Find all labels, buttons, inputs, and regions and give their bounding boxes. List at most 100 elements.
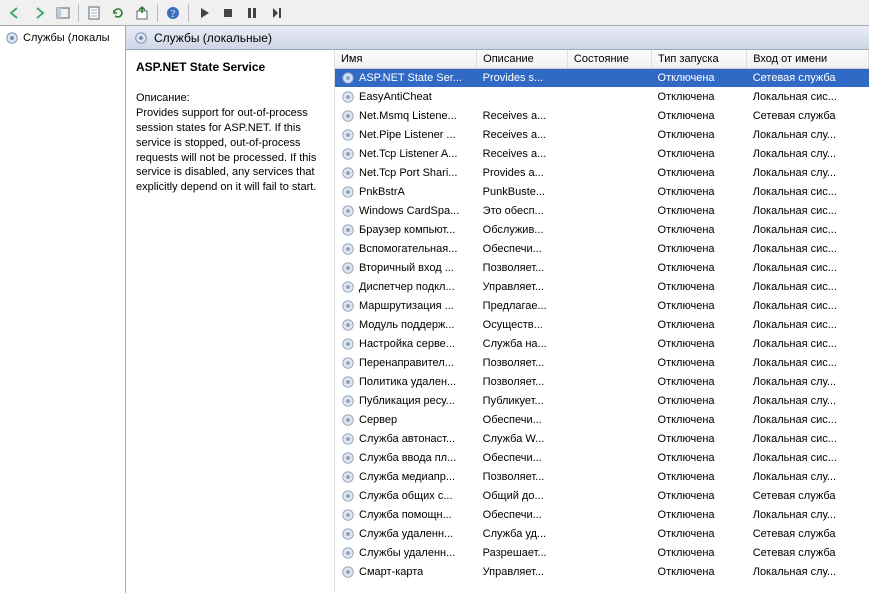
gear-icon (341, 109, 355, 123)
table-row[interactable]: Windows CardSpa...Это обесп...ОтключенаЛ… (335, 202, 869, 221)
table-row[interactable]: EasyAntiCheatОтключенаЛокальная сис... (335, 88, 869, 107)
col-logon[interactable]: Вход от имени (747, 50, 869, 69)
cell-start: Отключена (652, 525, 747, 544)
cell-name: EasyAntiCheat (359, 91, 432, 103)
cell-logon: Локальная сис... (747, 297, 869, 316)
arrow-left-icon (7, 5, 23, 21)
cell-start: Отключена (652, 544, 747, 563)
show-hide-button[interactable] (52, 2, 74, 24)
tree-node-services[interactable]: Службы (локалы (3, 29, 122, 47)
table-row[interactable]: Служба автонаст...Служба W...ОтключенаЛо… (335, 430, 869, 449)
toolbar-separator (157, 4, 158, 22)
gear-icon (341, 223, 355, 237)
table-row[interactable]: Вторичный вход ...Позволяет...ОтключенаЛ… (335, 259, 869, 278)
table-row[interactable]: Net.Pipe Listener ...Receives a...Отключ… (335, 126, 869, 145)
gear-icon (341, 508, 355, 522)
gear-icon (341, 470, 355, 484)
table-row[interactable]: Net.Tcp Listener A...Receives a...Отключ… (335, 145, 869, 164)
forward-button[interactable] (28, 2, 50, 24)
table-row[interactable]: Перенаправител...Позволяет...ОтключенаЛо… (335, 354, 869, 373)
play-icon (196, 5, 212, 21)
table-row[interactable]: ASP.NET State Ser...Provides s...Отключе… (335, 69, 869, 88)
cell-state (567, 487, 651, 506)
table-row[interactable]: Публикация ресу...Публикует...ОтключенаЛ… (335, 392, 869, 411)
col-desc[interactable]: Описание (477, 50, 568, 69)
gear-icon (341, 166, 355, 180)
cell-desc: Provides s... (477, 69, 568, 88)
table-row[interactable]: Служба помощн...Обеспечи...ОтключенаЛока… (335, 506, 869, 525)
cell-state (567, 449, 651, 468)
table-row[interactable]: Диспетчер подкл...Управляет...ОтключенаЛ… (335, 278, 869, 297)
gear-icon (341, 375, 355, 389)
table-row[interactable]: Вспомогательная...Обеспечи...ОтключенаЛо… (335, 240, 869, 259)
cell-desc: Позволяет... (477, 468, 568, 487)
cell-logon: Локальная сис... (747, 202, 869, 221)
pause-icon (244, 5, 260, 21)
col-start[interactable]: Тип запуска (652, 50, 747, 69)
help-button[interactable] (162, 2, 184, 24)
cell-logon: Локальная сис... (747, 430, 869, 449)
refresh-button[interactable] (107, 2, 129, 24)
cell-name: Служба автонаст... (359, 433, 455, 445)
cell-desc (477, 88, 568, 107)
restart-button[interactable] (265, 2, 287, 24)
cell-start: Отключена (652, 316, 747, 335)
cell-start: Отключена (652, 411, 747, 430)
table-row[interactable]: PnkBstrAPunkBuste...ОтключенаЛокальная с… (335, 183, 869, 202)
col-name[interactable]: Имя (335, 50, 477, 69)
table-row[interactable]: Настройка серве...Служба на...ОтключенаЛ… (335, 335, 869, 354)
gear-icon (341, 318, 355, 332)
table-row[interactable]: Служба удаленн...Служба уд...ОтключенаСе… (335, 525, 869, 544)
cell-logon: Локальная слу... (747, 392, 869, 411)
export-button[interactable] (131, 2, 153, 24)
cell-desc: Позволяет... (477, 259, 568, 278)
refresh-icon (110, 5, 126, 21)
table-row[interactable]: Модуль поддерж...Осуществ...ОтключенаЛок… (335, 316, 869, 335)
table-row[interactable]: Служба медиапр...Позволяет...ОтключенаЛо… (335, 468, 869, 487)
cell-state (567, 107, 651, 126)
cell-name: Браузер компьют... (359, 224, 455, 236)
gear-icon (134, 31, 148, 45)
back-button[interactable] (4, 2, 26, 24)
gear-icon (341, 280, 355, 294)
table-row[interactable]: Браузер компьют...Обслужив...ОтключенаЛо… (335, 221, 869, 240)
cell-logon: Сетевая служба (747, 544, 869, 563)
table-row[interactable]: Маршрутизация ...Предлагае...ОтключенаЛо… (335, 297, 869, 316)
cell-name: Net.Tcp Port Shari... (359, 167, 457, 179)
cell-name: PnkBstrA (359, 186, 405, 198)
service-title: ASP.NET State Service (136, 60, 324, 74)
export-icon (134, 5, 150, 21)
start-button[interactable] (193, 2, 215, 24)
table-row[interactable]: Службы удаленн...Разрешает...ОтключенаСе… (335, 544, 869, 563)
table-row[interactable]: Смарт-картаУправляет...ОтключенаЛокальна… (335, 563, 869, 582)
cell-desc: Receives a... (477, 107, 568, 126)
cell-state (567, 259, 651, 278)
table-row[interactable]: СерверОбеспечи...ОтключенаЛокальная сис.… (335, 411, 869, 430)
properties-button[interactable] (83, 2, 105, 24)
table-row[interactable]: Политика удален...Позволяет...ОтключенаЛ… (335, 373, 869, 392)
cell-state (567, 354, 651, 373)
cell-name: Вспомогательная... (359, 243, 457, 255)
cell-logon: Локальная слу... (747, 373, 869, 392)
table-row[interactable]: Net.Msmq Listene...Receives a...Отключен… (335, 107, 869, 126)
cell-state (567, 468, 651, 487)
cell-logon: Локальная слу... (747, 563, 869, 582)
cell-desc: Позволяет... (477, 373, 568, 392)
service-list-panel[interactable]: Имя Описание Состояние Тип запуска Вход … (335, 50, 869, 593)
gear-icon (341, 261, 355, 275)
cell-state (567, 392, 651, 411)
cell-logon: Локальная сис... (747, 354, 869, 373)
stop-button[interactable] (217, 2, 239, 24)
col-state[interactable]: Состояние (567, 50, 651, 69)
cell-desc: PunkBuste... (477, 183, 568, 202)
cell-state (567, 69, 651, 88)
cell-state (567, 335, 651, 354)
cell-desc: Обеспечи... (477, 449, 568, 468)
table-row[interactable]: Служба общих с...Общий до...ОтключенаСет… (335, 487, 869, 506)
cell-name: Net.Tcp Listener A... (359, 148, 457, 160)
service-table: Имя Описание Состояние Тип запуска Вход … (335, 50, 869, 582)
gear-icon (341, 413, 355, 427)
table-row[interactable]: Net.Tcp Port Shari...Provides a...Отключ… (335, 164, 869, 183)
pause-button[interactable] (241, 2, 263, 24)
table-row[interactable]: Служба ввода пл...Обеспечи...ОтключенаЛо… (335, 449, 869, 468)
